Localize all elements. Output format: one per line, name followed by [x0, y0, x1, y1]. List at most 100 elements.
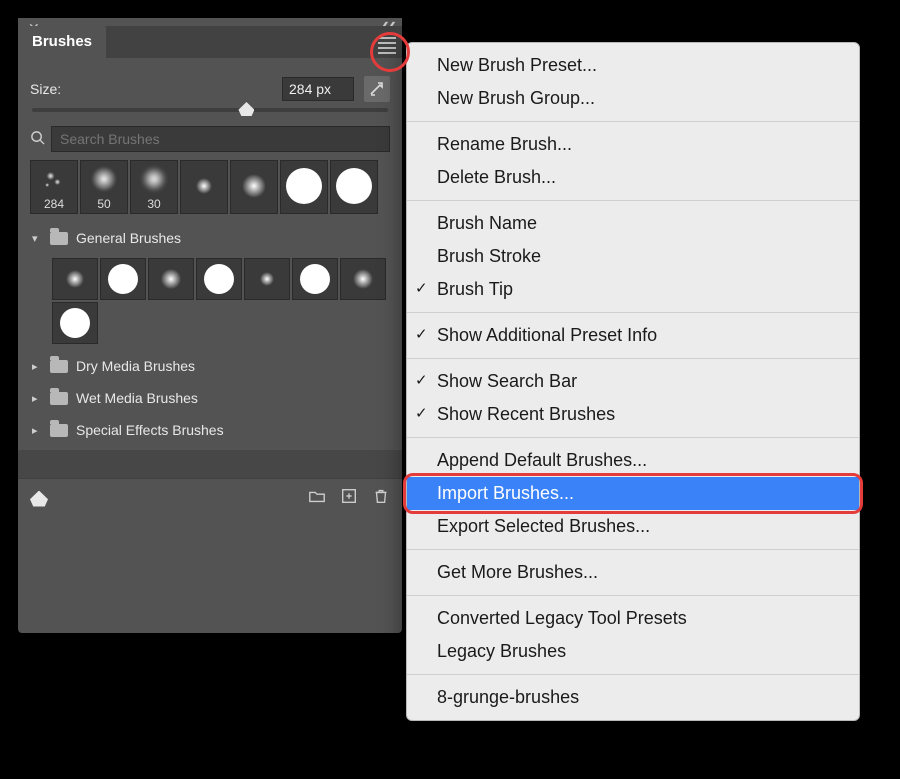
recent-brush[interactable]: 284 [30, 160, 78, 214]
menu-item[interactable]: Append Default Brushes... [407, 444, 859, 477]
menu-item-label: Brush Name [437, 210, 537, 237]
menu-item[interactable]: Legacy Brushes [407, 635, 859, 668]
recent-brush-row: 284 50 30 [30, 160, 390, 214]
panel-menu-icon[interactable] [378, 34, 396, 57]
menu-item-label: 8-grunge-brushes [437, 684, 579, 711]
tab-row: Brushes [18, 26, 402, 58]
folder-icon [50, 360, 68, 373]
brush-thumb[interactable] [292, 258, 338, 300]
menu-item-label: Show Search Bar [437, 368, 577, 395]
folder-label: Wet Media Brushes [76, 390, 198, 406]
folder-special-effects[interactable]: ▸ Special Effects Brushes [30, 414, 390, 446]
menu-item-label: Append Default Brushes... [437, 447, 647, 474]
menu-separator [407, 549, 859, 550]
menu-separator [407, 595, 859, 596]
folder-general-brushes[interactable]: ▾ General Brushes [30, 222, 390, 254]
chevron-right-icon: ▸ [32, 360, 42, 373]
folder-dry-media[interactable]: ▸ Dry Media Brushes [30, 350, 390, 382]
brush-thumb[interactable] [52, 258, 98, 300]
folder-label: Special Effects Brushes [76, 422, 224, 438]
size-input[interactable] [282, 77, 354, 101]
menu-item[interactable]: ✓ Brush Tip [407, 273, 859, 306]
new-preset-icon[interactable] [340, 487, 358, 510]
menu-item[interactable]: New Brush Preset... [407, 49, 859, 82]
menu-item-label: New Brush Preset... [437, 52, 597, 79]
brush-thumb[interactable] [340, 258, 386, 300]
empty-area [18, 450, 402, 478]
menu-item-label: Delete Brush... [437, 164, 556, 191]
recent-brush[interactable] [280, 160, 328, 214]
menu-item[interactable]: New Brush Group... [407, 82, 859, 115]
menu-item[interactable]: ✓ Show Recent Brushes [407, 398, 859, 431]
check-icon: ✓ [415, 278, 428, 301]
menu-item-label: Brush Stroke [437, 243, 541, 270]
check-icon: ✓ [415, 324, 428, 347]
menu-separator [407, 312, 859, 313]
menu-item-label: Get More Brushes... [437, 559, 598, 586]
size-slider-thumb[interactable] [238, 102, 254, 116]
menu-item[interactable]: Delete Brush... [407, 161, 859, 194]
size-slider[interactable] [32, 108, 388, 112]
menu-item[interactable]: Brush Stroke [407, 240, 859, 273]
menu-separator [407, 674, 859, 675]
brush-thumb[interactable] [52, 302, 98, 344]
folder-wet-media[interactable]: ▸ Wet Media Brushes [30, 382, 390, 414]
folder-icon [50, 232, 68, 245]
menu-item-label: Show Recent Brushes [437, 401, 615, 428]
menu-item-label: Export Selected Brushes... [437, 513, 650, 540]
menu-separator [407, 121, 859, 122]
recent-brush[interactable] [330, 160, 378, 214]
menu-item-label: Brush Tip [437, 276, 513, 303]
flip-brush-icon[interactable] [364, 76, 390, 102]
panel-topbar: ✕ ❮❮ [18, 18, 402, 26]
recent-brush[interactable] [230, 160, 278, 214]
menu-item[interactable]: Rename Brush... [407, 128, 859, 161]
brush-thumb[interactable] [196, 258, 242, 300]
recent-brush[interactable] [180, 160, 228, 214]
tab-brushes[interactable]: Brushes [18, 26, 106, 58]
chevron-right-icon: ▸ [32, 392, 42, 405]
menu-item-label: Show Additional Preset Info [437, 322, 657, 349]
search-input[interactable] [51, 126, 390, 152]
trash-icon[interactable] [372, 487, 390, 510]
brush-tree: ▾ General Brushes ▸ Dry Media Brushes [30, 222, 390, 446]
menu-item[interactable]: Brush Name [407, 207, 859, 240]
folder-label: Dry Media Brushes [76, 358, 195, 374]
menu-separator [407, 358, 859, 359]
search-icon [30, 130, 45, 149]
menu-item-label: Rename Brush... [437, 131, 572, 158]
menu-item-label: New Brush Group... [437, 85, 595, 112]
brushes-panel: ✕ ❮❮ Brushes Size: 284 50 30 [18, 18, 402, 633]
brush-thumb[interactable] [148, 258, 194, 300]
panel-footer [18, 478, 402, 518]
menu-item[interactable]: 8-grunge-brushes [407, 681, 859, 714]
menu-item[interactable]: Export Selected Brushes... [407, 510, 859, 543]
recent-brush[interactable]: 30 [130, 160, 178, 214]
menu-item[interactable]: ✓ Show Search Bar [407, 365, 859, 398]
size-label: Size: [30, 81, 61, 97]
menu-item[interactable]: Import Brushes... [407, 477, 859, 510]
folder-new-icon[interactable] [308, 487, 326, 510]
menu-item-label: Converted Legacy Tool Presets [437, 605, 687, 632]
menu-item-label: Import Brushes... [437, 480, 574, 507]
check-icon: ✓ [415, 370, 428, 393]
check-icon: ✓ [415, 403, 428, 426]
brush-picker-icon[interactable] [30, 491, 48, 507]
menu-item-label: Legacy Brushes [437, 638, 566, 665]
menu-separator [407, 437, 859, 438]
recent-brush[interactable]: 50 [80, 160, 128, 214]
chevron-right-icon: ▸ [32, 424, 42, 437]
menu-item[interactable]: Get More Brushes... [407, 556, 859, 589]
panel-flyout-menu: New Brush Preset... New Brush Group... Ren… [406, 42, 860, 721]
brush-thumb[interactable] [244, 258, 290, 300]
general-brush-grid [30, 254, 390, 350]
folder-icon [50, 392, 68, 405]
chevron-down-icon: ▾ [32, 232, 42, 245]
folder-icon [50, 424, 68, 437]
menu-item[interactable]: ✓ Show Additional Preset Info [407, 319, 859, 352]
brush-thumb[interactable] [100, 258, 146, 300]
menu-separator [407, 200, 859, 201]
folder-label: General Brushes [76, 230, 181, 246]
menu-item[interactable]: Converted Legacy Tool Presets [407, 602, 859, 635]
panel-body: Size: 284 50 30 ▾ [18, 58, 402, 446]
